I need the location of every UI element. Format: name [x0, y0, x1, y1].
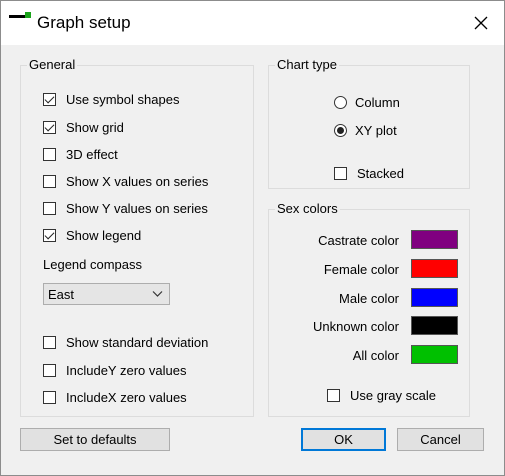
checkbox-box[interactable]	[43, 147, 56, 161]
all-color-label: All color	[352, 348, 399, 363]
checkbox-label: IncludeY zero values	[66, 362, 187, 378]
checkbox-label: Show legend	[66, 227, 142, 243]
castrate-color-label: Castrate color	[318, 233, 399, 248]
show-x-values-checkbox[interactable]: Show X values on series	[43, 172, 208, 190]
radio-button[interactable]	[334, 123, 347, 137]
set-to-defaults-button[interactable]: Set to defaults	[20, 428, 170, 451]
radio-label: Column	[355, 94, 400, 110]
general-group-label: General	[27, 57, 78, 72]
radio-button[interactable]	[334, 95, 347, 109]
close-button[interactable]	[458, 1, 504, 45]
checkbox-box[interactable]	[43, 363, 56, 377]
show-standard-deviation-checkbox[interactable]: Show standard deviation	[43, 333, 208, 351]
unknown-color-label: Unknown color	[313, 319, 399, 334]
checkbox-label: Use symbol shapes	[66, 91, 180, 107]
legend-compass-value: East	[48, 287, 75, 302]
checkbox-box[interactable]	[43, 201, 56, 215]
chevron-down-icon	[152, 291, 163, 297]
checkbox-label: Show Y values on series	[66, 200, 208, 216]
legend-compass-select[interactable]: East	[43, 283, 170, 305]
sex-colors-group-label: Sex colors	[275, 201, 340, 216]
checkbox-label: IncludeX zero values	[66, 389, 187, 405]
show-legend-checkbox[interactable]: Show legend	[43, 226, 141, 244]
close-icon	[474, 16, 488, 30]
checkbox-box[interactable]	[43, 174, 56, 188]
dialog-title: Graph setup	[37, 13, 131, 32]
title-bar: Graph setup	[1, 1, 504, 45]
include-y-zero-checkbox[interactable]: IncludeY zero values	[43, 361, 186, 379]
checkbox-box[interactable]	[43, 335, 56, 349]
female-color-label: Female color	[323, 262, 399, 277]
include-x-zero-checkbox[interactable]: IncludeX zero values	[43, 388, 187, 406]
checkbox-label: Stacked	[357, 165, 404, 181]
checkbox-box[interactable]	[43, 390, 56, 404]
stacked-checkbox[interactable]: Stacked	[334, 164, 404, 182]
checkbox-label: Show standard deviation	[66, 334, 209, 350]
use-symbol-shapes-checkbox[interactable]: Use symbol shapes	[43, 90, 179, 108]
checkbox-box[interactable]	[43, 92, 56, 106]
checkbox-label: Show grid	[66, 119, 124, 135]
graph-setup-dialog: Graph setup General Use symbol shapes Sh…	[0, 0, 505, 476]
show-grid-checkbox[interactable]: Show grid	[43, 118, 124, 136]
castrate-color-swatch[interactable]	[411, 230, 458, 249]
column-radio[interactable]: Column	[334, 93, 400, 111]
checkbox-box[interactable]	[334, 166, 347, 180]
show-y-values-checkbox[interactable]: Show Y values on series	[43, 199, 208, 217]
checkbox-label: 3D effect	[66, 146, 118, 162]
ok-button[interactable]: OK	[301, 428, 386, 451]
use-gray-scale-checkbox[interactable]: Use gray scale	[327, 386, 436, 404]
3d-effect-checkbox[interactable]: 3D effect	[43, 145, 118, 163]
all-color-swatch[interactable]	[411, 345, 458, 364]
checkbox-box[interactable]	[43, 120, 56, 134]
legend-compass-label: Legend compass	[43, 257, 143, 272]
female-color-swatch[interactable]	[411, 259, 458, 278]
radio-label: XY plot	[355, 122, 397, 138]
checkbox-label: Use gray scale	[350, 387, 436, 403]
xy-plot-radio[interactable]: XY plot	[334, 121, 397, 139]
checkbox-box[interactable]	[327, 388, 340, 402]
checkbox-label: Show X values on series	[66, 173, 209, 189]
chart-type-group-label: Chart type	[275, 57, 339, 72]
unknown-color-swatch[interactable]	[411, 316, 458, 335]
male-color-swatch[interactable]	[411, 288, 458, 307]
male-color-label: Male color	[339, 291, 399, 306]
checkbox-box[interactable]	[43, 228, 56, 242]
cancel-button[interactable]: Cancel	[397, 428, 484, 451]
app-graph-icon	[9, 12, 31, 22]
